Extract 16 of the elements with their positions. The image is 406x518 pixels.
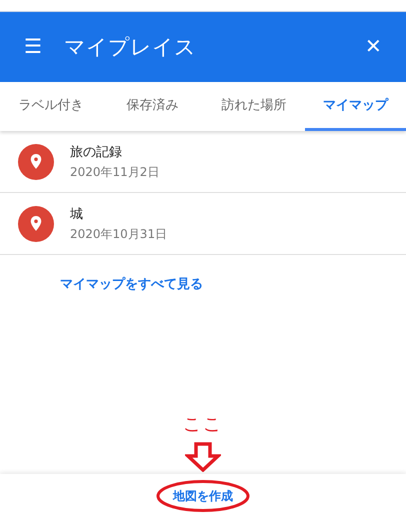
tab[interactable]: 訪れた場所 [203,82,304,131]
map-pin-icon [18,206,54,242]
tab[interactable]: マイマップ [304,82,406,131]
tab[interactable]: ラベル付き [0,82,102,131]
map-date: 2020年10月31日 [70,226,168,242]
map-list-item[interactable]: 城 2020年10月31日 [0,193,406,255]
page-title: マイプレイス [64,34,197,61]
map-date: 2020年11月2日 [70,164,160,180]
annotation-text: ここ [183,413,223,436]
see-all-link[interactable]: マイマップをすべて見る [60,275,203,293]
map-pin-icon [18,144,54,180]
map-list-item[interactable]: 旅の記録 2020年11月2日 [0,131,406,193]
map-name: 旅の記録 [70,144,123,160]
map-name: 城 [70,206,84,222]
tab[interactable]: 保存済み [102,82,203,131]
down-arrow-icon [185,442,221,472]
